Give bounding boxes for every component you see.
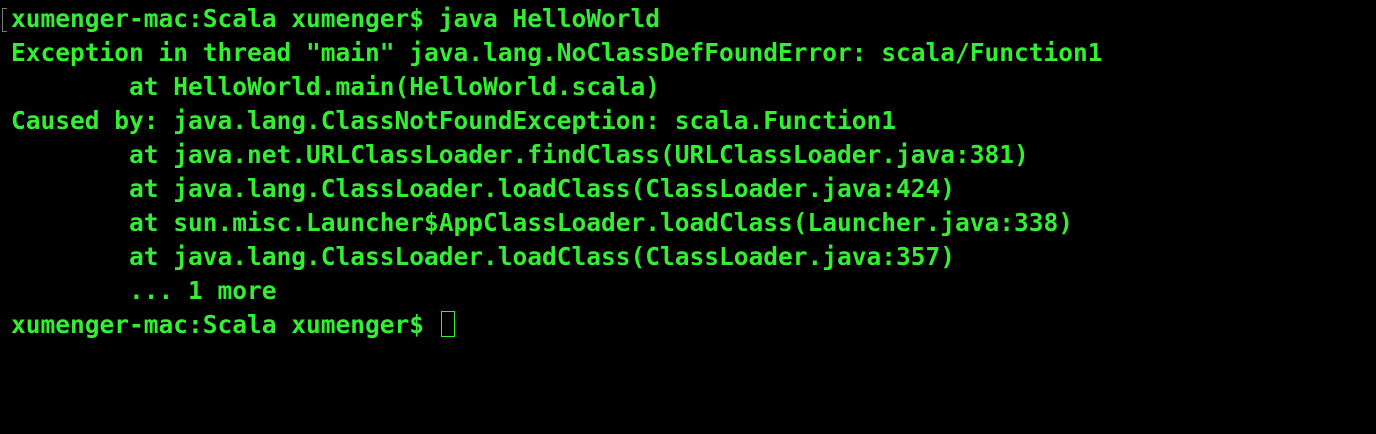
stack-trace-line: at HelloWorld.main(HelloWorld.scala) <box>11 72 661 101</box>
command-line: xumenger-mac:Scala xumenger$ java HelloW… <box>11 4 661 33</box>
terminal-output: xumenger-mac:Scala xumenger$ java HelloW… <box>11 2 1103 342</box>
stack-trace-line: at java.lang.ClassLoader.loadClass(Class… <box>11 174 956 203</box>
selection-bracket-icon <box>2 8 7 32</box>
stack-trace-line: at java.net.URLClassLoader.findClass(URL… <box>11 140 1029 169</box>
shell-prompt: xumenger-mac:Scala xumenger$ <box>11 310 439 339</box>
exception-line: Exception in thread "main" java.lang.NoC… <box>11 38 1103 67</box>
caused-by-line: Caused by: java.lang.ClassNotFoundExcept… <box>11 106 897 135</box>
stack-trace-line: at java.lang.ClassLoader.loadClass(Class… <box>11 242 956 271</box>
terminal-window[interactable]: xumenger-mac:Scala xumenger$ java HelloW… <box>0 0 1376 434</box>
prompt-line[interactable]: xumenger-mac:Scala xumenger$ <box>11 308 1103 342</box>
stack-trace-more-line: ... 1 more <box>11 276 277 305</box>
stack-trace-line: at sun.misc.Launcher$AppClassLoader.load… <box>11 208 1074 237</box>
text-cursor[interactable] <box>440 311 455 337</box>
